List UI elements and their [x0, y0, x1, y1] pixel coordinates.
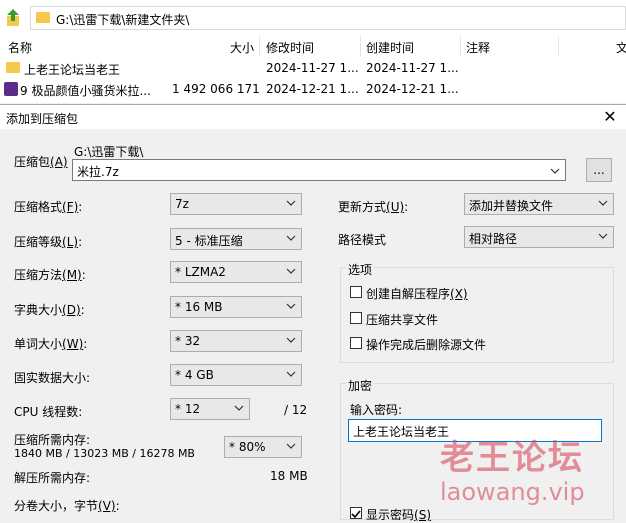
folder-icon [36, 12, 50, 23]
browse-button[interactable]: ... [586, 158, 612, 182]
format-label: 压缩格式(F): [14, 200, 83, 214]
video-file-icon [4, 82, 18, 96]
chevron-down-icon [286, 371, 296, 377]
threads-max: / 12 [284, 403, 308, 417]
list-item[interactable]: 上老王论坛当老王 2024-11-27 1... 2024-11-27 1... [0, 58, 626, 78]
memory-value: * 80% [229, 440, 266, 454]
chevron-down-icon [286, 443, 296, 449]
password-value: 上老王论坛当老王 [353, 425, 450, 439]
up-arrow-icon [7, 9, 19, 26]
archive-name-value: 米拉.7z [77, 165, 119, 179]
encryption-title: 加密 [346, 377, 375, 394]
watermark-title: 老王论坛 [440, 438, 584, 478]
format-select[interactable]: 7z [170, 193, 302, 215]
threads-select[interactable]: * 12 [170, 398, 250, 420]
file-name: 9 极品颜值小骚货米拉... [20, 84, 151, 98]
shared-checkbox[interactable] [350, 312, 362, 324]
memory-label: 压缩所需内存: [14, 433, 91, 447]
dict-select[interactable]: * 16 MB [170, 296, 302, 318]
column-created[interactable]: 创建时间 [366, 39, 414, 56]
column-size[interactable]: 大小 [230, 39, 254, 56]
column-divider[interactable] [558, 36, 559, 56]
column-extra[interactable]: 文 [616, 39, 626, 56]
update-select[interactable]: 添加并替换文件 [464, 193, 614, 215]
decomp-value: 18 MB [270, 469, 308, 483]
folder-icon [6, 62, 20, 73]
update-label: 更新方式(U): [338, 200, 409, 214]
chevron-down-icon [286, 200, 296, 206]
dialog-title: 添加到压缩包 [6, 112, 79, 126]
show-password-label: 显示密码(S) [366, 508, 431, 522]
file-created: 2024-11-27 1... [366, 61, 459, 75]
chevron-down-icon [286, 268, 296, 274]
address-path: G:\迅雷下载\新建文件夹\ [56, 13, 190, 27]
up-folder-button[interactable] [4, 8, 22, 28]
memory-detail: 1840 MB / 13023 MB / 16278 MB [14, 447, 195, 460]
dict-value: * 16 MB [175, 300, 223, 314]
chevron-down-icon [286, 303, 296, 309]
solid-value: * 4 GB [175, 368, 214, 382]
sfx-label: 创建自解压程序(X) [366, 287, 468, 301]
file-modified: 2024-12-21 1... [266, 82, 359, 96]
chevron-down-icon [550, 168, 560, 174]
chevron-down-icon [234, 405, 244, 411]
update-value: 添加并替换文件 [469, 199, 554, 213]
archive-name-combo[interactable]: 米拉.7z [72, 159, 566, 181]
options-title: 选项 [346, 261, 375, 278]
threads-value: * 12 [175, 402, 201, 416]
chevron-down-icon [286, 235, 296, 241]
format-value: 7z [175, 197, 189, 211]
archive-label: 压缩包(A) [14, 155, 68, 169]
show-password-checkbox[interactable] [350, 507, 362, 519]
column-divider[interactable] [360, 36, 361, 56]
dialog-titlebar [0, 105, 626, 129]
solid-select[interactable]: * 4 GB [170, 364, 302, 386]
archive-directory: G:\迅雷下载\ [74, 145, 144, 159]
file-size: 1 492 066 171 [172, 82, 260, 96]
method-select[interactable]: * LZMA2 [170, 261, 302, 283]
close-icon[interactable]: ✕ [600, 105, 620, 129]
checkmark-icon [351, 510, 361, 519]
pathmode-select[interactable]: 相对路径 [464, 226, 614, 248]
split-label: 分卷大小，字节(V): [14, 499, 120, 513]
pathmode-value: 相对路径 [469, 232, 518, 246]
column-name[interactable]: 名称 [8, 39, 32, 56]
level-select[interactable]: 5 - 标准压缩 [170, 228, 302, 250]
chevron-down-icon [598, 233, 608, 239]
file-modified: 2024-11-27 1... [266, 61, 359, 75]
list-item[interactable]: 9 极品颜值小骚货米拉... 1 492 066 171 2024-12-21 … [0, 79, 626, 99]
column-divider[interactable] [259, 36, 260, 56]
word-value: * 32 [175, 334, 201, 348]
threads-label: CPU 线程数: [14, 405, 83, 419]
word-select[interactable]: * 32 [170, 330, 302, 352]
method-label: 压缩方法(M): [14, 268, 86, 282]
pathmode-label: 路径模式 [338, 233, 387, 247]
sfx-checkbox[interactable] [350, 286, 362, 298]
level-value: 5 - 标准压缩 [175, 234, 243, 248]
dict-label: 字典大小(D): [14, 303, 85, 317]
shared-label: 压缩共享文件 [366, 313, 439, 327]
level-label: 压缩等级(L): [14, 235, 83, 249]
chevron-down-icon [598, 200, 608, 206]
method-value: * LZMA2 [175, 265, 226, 279]
column-modified[interactable]: 修改时间 [266, 39, 314, 56]
column-divider[interactable] [460, 36, 461, 56]
chevron-down-icon [286, 337, 296, 343]
delete-source-label: 操作完成后删除源文件 [366, 338, 487, 352]
file-name: 上老王论坛当老王 [24, 63, 121, 77]
password-label: 输入密码: [350, 403, 403, 417]
column-comment[interactable]: 注释 [466, 39, 490, 56]
delete-source-checkbox[interactable] [350, 337, 362, 349]
file-created: 2024-12-21 1... [366, 82, 459, 96]
solid-label: 固实数据大小: [14, 371, 91, 385]
decomp-label: 解压所需内存: [14, 471, 91, 485]
word-label: 单词大小(W): [14, 337, 88, 351]
memory-select[interactable]: * 80% [224, 436, 302, 458]
watermark-url: laowang.vip [440, 478, 585, 506]
